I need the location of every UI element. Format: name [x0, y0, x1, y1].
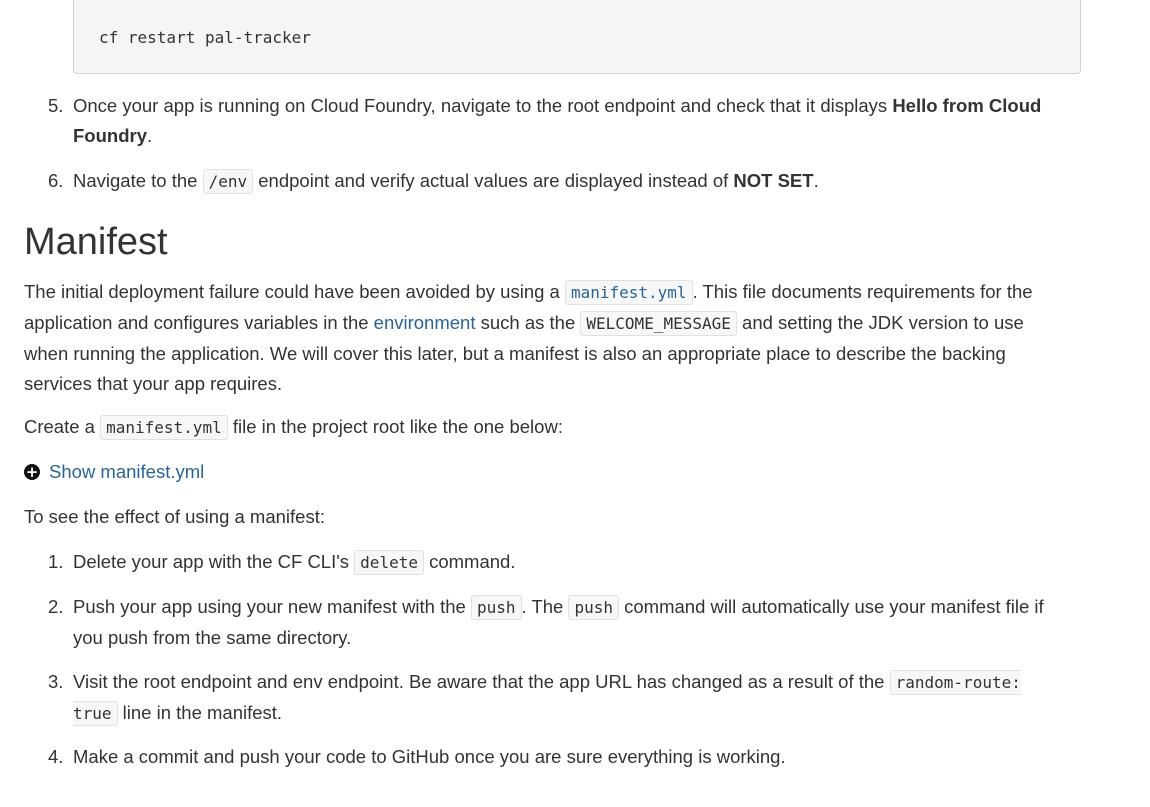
list-item-number: 6. — [48, 170, 64, 191]
code-block: cf restart pal-tracker — [73, 0, 1081, 74]
environment-link[interactable]: environment — [374, 312, 476, 333]
create-manifest-paragraph: Create a manifest.yml file in the projec… — [24, 412, 1074, 443]
list-item: Once your app is running on Cloud Foundr… — [73, 95, 1042, 146]
manifest-intro-paragraph: The initial deployment failure could hav… — [24, 280, 1033, 394]
inline-code-push: push — [568, 595, 619, 620]
plus-circle-icon: + — [24, 463, 40, 481]
manifest-yml-link[interactable]: manifest.yml — [564, 280, 693, 305]
inline-code-manifest-yml: manifest.yml — [100, 415, 228, 440]
list-item-number: 3. — [48, 671, 64, 692]
show-manifest-label[interactable]: Show manifest.yml — [49, 457, 204, 487]
list-item: Navigate to the /env endpoint and verify… — [73, 166, 1073, 197]
page: cf restart pal-tracker 5. Once your app … — [0, 0, 1150, 807]
effect-intro-paragraph: To see the effect of using a manifest: — [24, 506, 325, 527]
list-item: Delete your app with the CF CLI's delete… — [73, 547, 1073, 578]
list-item-number: 2. — [48, 596, 64, 617]
list-item: Push your app using your new manifest wi… — [73, 595, 1044, 648]
list-item-number: 1. — [48, 551, 64, 572]
list-item-number: 4. — [48, 746, 64, 767]
inline-code-env: /env — [202, 169, 254, 194]
inline-code-push: push — [470, 595, 522, 620]
code-block-text: cf restart pal-tracker — [99, 28, 311, 47]
list-item-number: 5. — [48, 95, 64, 116]
show-manifest-toggle[interactable]: + Show manifest.yml — [24, 457, 204, 487]
list-item: Make a commit and push your code to GitH… — [73, 746, 786, 767]
section-heading-manifest: Manifest — [24, 221, 168, 263]
not-set-text: NOT SET — [733, 170, 814, 191]
inline-code-welcome-message: WELCOME_MESSAGE — [580, 311, 737, 336]
list-item: Visit the root endpoint and env endpoint… — [73, 667, 1043, 729]
inline-code-delete: delete — [354, 550, 424, 575]
